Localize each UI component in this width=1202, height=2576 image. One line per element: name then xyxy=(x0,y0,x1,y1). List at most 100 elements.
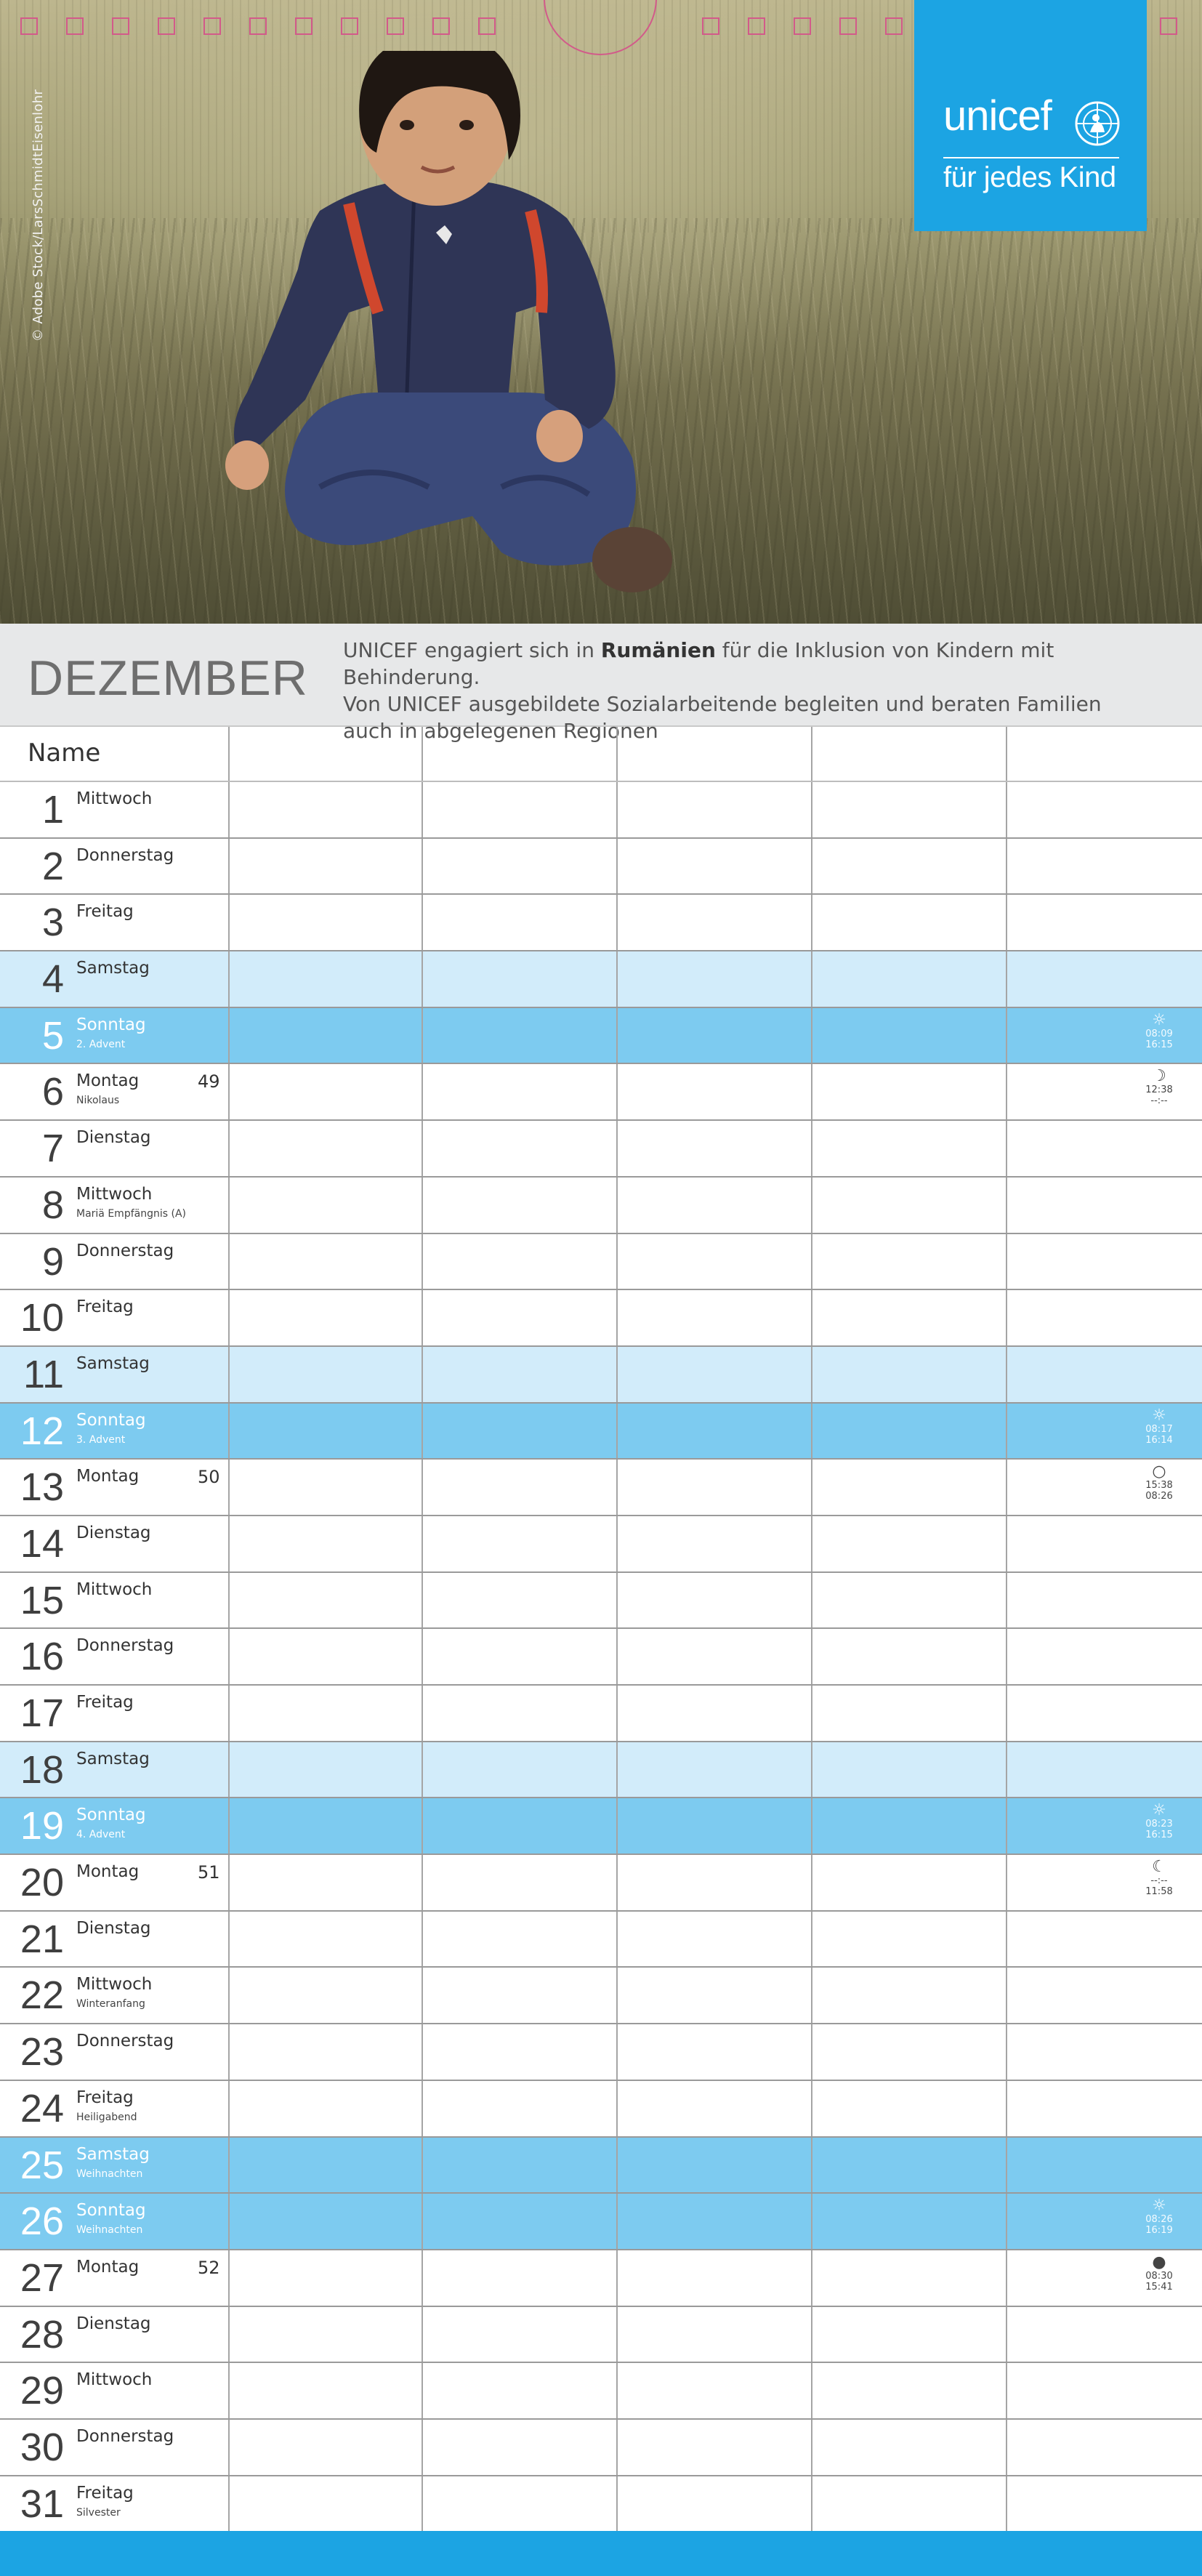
entry-cell-4[interactable] xyxy=(812,1855,1006,1910)
entry-cell-5[interactable] xyxy=(1007,1968,1202,2023)
entry-cell-2[interactable] xyxy=(423,839,616,894)
entry-cell-4[interactable] xyxy=(812,1234,1006,1289)
entry-cell-4[interactable] xyxy=(812,1742,1006,1798)
entry-cell-4[interactable] xyxy=(812,2138,1006,2193)
entry-cell-1[interactable] xyxy=(230,2138,421,2193)
entry-cell-4[interactable] xyxy=(812,951,1006,1007)
entry-cell-5[interactable] xyxy=(1007,1290,1202,1345)
entry-cell-1[interactable] xyxy=(230,2194,421,2249)
entry-cell-2[interactable] xyxy=(423,1855,616,1910)
entry-cell-1[interactable] xyxy=(230,1573,421,1628)
entry-cell-5[interactable] xyxy=(1007,1234,1202,1289)
entry-cell-4[interactable] xyxy=(812,1968,1006,2023)
entry-cell-5[interactable] xyxy=(1007,782,1202,837)
entry-cell-1[interactable] xyxy=(230,1912,421,1967)
entry-cell-4[interactable] xyxy=(812,1121,1006,1176)
entry-cell-1[interactable] xyxy=(230,2250,421,2306)
entry-cell-3[interactable] xyxy=(618,1404,811,1459)
entry-cell-5[interactable] xyxy=(1007,1178,1202,1233)
entry-cell-4[interactable] xyxy=(812,839,1006,894)
entry-cell-2[interactable] xyxy=(423,2363,616,2418)
entry-cell-5[interactable] xyxy=(1007,1121,1202,1176)
entry-cell-1[interactable] xyxy=(230,1686,421,1741)
entry-cell-3[interactable] xyxy=(618,1742,811,1798)
entry-cell-1[interactable] xyxy=(230,1290,421,1345)
entry-cell-4[interactable] xyxy=(812,2363,1006,2418)
entry-cell-3[interactable] xyxy=(618,782,811,837)
entry-cell-4[interactable] xyxy=(812,2194,1006,2249)
entry-cell-2[interactable] xyxy=(423,782,616,837)
entry-cell-3[interactable] xyxy=(618,1064,811,1119)
entry-cell-3[interactable] xyxy=(618,1347,811,1402)
entry-cell-4[interactable] xyxy=(812,2476,1006,2532)
entry-cell-2[interactable] xyxy=(423,2081,616,2136)
entry-cell-2[interactable] xyxy=(423,1798,616,1853)
entry-cell-2[interactable] xyxy=(423,1516,616,1571)
entry-cell-2[interactable] xyxy=(423,1064,616,1119)
entry-cell-3[interactable] xyxy=(618,2024,811,2080)
entry-cell-4[interactable] xyxy=(812,1573,1006,1628)
entry-cell-1[interactable] xyxy=(230,1347,421,1402)
entry-cell-5[interactable] xyxy=(1007,839,1202,894)
entry-cell-4[interactable] xyxy=(812,1178,1006,1233)
entry-cell-3[interactable] xyxy=(618,1516,811,1571)
entry-cell-4[interactable] xyxy=(812,1798,1006,1853)
entry-cell-2[interactable] xyxy=(423,1008,616,1063)
entry-cell-5[interactable] xyxy=(1007,951,1202,1007)
entry-cell-3[interactable] xyxy=(618,1178,811,1233)
entry-cell-1[interactable] xyxy=(230,2363,421,2418)
entry-cell-3[interactable] xyxy=(618,1855,811,1910)
entry-cell-4[interactable] xyxy=(812,2024,1006,2080)
entry-cell-2[interactable] xyxy=(423,1234,616,1289)
entry-cell-2[interactable] xyxy=(423,1404,616,1459)
entry-cell-4[interactable] xyxy=(812,1347,1006,1402)
entry-cell-2[interactable] xyxy=(423,895,616,950)
entry-cell-2[interactable] xyxy=(423,2420,616,2475)
entry-cell-3[interactable] xyxy=(618,895,811,950)
entry-cell-3[interactable] xyxy=(618,1968,811,2023)
entry-cell-3[interactable] xyxy=(618,2081,811,2136)
entry-cell-3[interactable] xyxy=(618,1912,811,1967)
entry-cell-5[interactable] xyxy=(1007,2024,1202,2080)
entry-cell-1[interactable] xyxy=(230,951,421,1007)
entry-cell-3[interactable] xyxy=(618,2363,811,2418)
entry-cell-1[interactable] xyxy=(230,2420,421,2475)
entry-cell-2[interactable] xyxy=(423,1290,616,1345)
entry-cell-3[interactable] xyxy=(618,1234,811,1289)
entry-cell-1[interactable] xyxy=(230,1064,421,1119)
entry-cell-5[interactable] xyxy=(1007,2138,1202,2193)
entry-cell-3[interactable] xyxy=(618,2138,811,2193)
entry-cell-1[interactable] xyxy=(230,1798,421,1853)
entry-cell-5[interactable] xyxy=(1007,895,1202,950)
entry-cell-1[interactable] xyxy=(230,839,421,894)
entry-cell-5[interactable] xyxy=(1007,2476,1202,2532)
entry-cell-1[interactable] xyxy=(230,2081,421,2136)
entry-cell-1[interactable] xyxy=(230,2024,421,2080)
entry-cell-2[interactable] xyxy=(423,951,616,1007)
entry-cell-1[interactable] xyxy=(230,782,421,837)
entry-cell-1[interactable] xyxy=(230,1629,421,1684)
entry-cell-2[interactable] xyxy=(423,1347,616,1402)
entry-cell-4[interactable] xyxy=(812,1064,1006,1119)
entry-cell-4[interactable] xyxy=(812,2250,1006,2306)
entry-cell-1[interactable] xyxy=(230,895,421,950)
entry-cell-3[interactable] xyxy=(618,1629,811,1684)
entry-cell-1[interactable] xyxy=(230,1516,421,1571)
entry-cell-4[interactable] xyxy=(812,1008,1006,1063)
entry-cell-5[interactable] xyxy=(1007,1686,1202,1741)
entry-cell-2[interactable] xyxy=(423,1178,616,1233)
entry-cell-1[interactable] xyxy=(230,1178,421,1233)
entry-cell-3[interactable] xyxy=(618,1460,811,1515)
entry-cell-3[interactable] xyxy=(618,1121,811,1176)
entry-cell-4[interactable] xyxy=(812,895,1006,950)
entry-cell-1[interactable] xyxy=(230,1121,421,1176)
entry-cell-2[interactable] xyxy=(423,1968,616,2023)
entry-cell-3[interactable] xyxy=(618,2194,811,2249)
entry-cell-4[interactable] xyxy=(812,1404,1006,1459)
entry-cell-4[interactable] xyxy=(812,1686,1006,1741)
entry-cell-4[interactable] xyxy=(812,1629,1006,1684)
entry-cell-4[interactable] xyxy=(812,1516,1006,1571)
entry-cell-1[interactable] xyxy=(230,1234,421,1289)
entry-cell-3[interactable] xyxy=(618,1798,811,1853)
entry-cell-1[interactable] xyxy=(230,1855,421,1910)
